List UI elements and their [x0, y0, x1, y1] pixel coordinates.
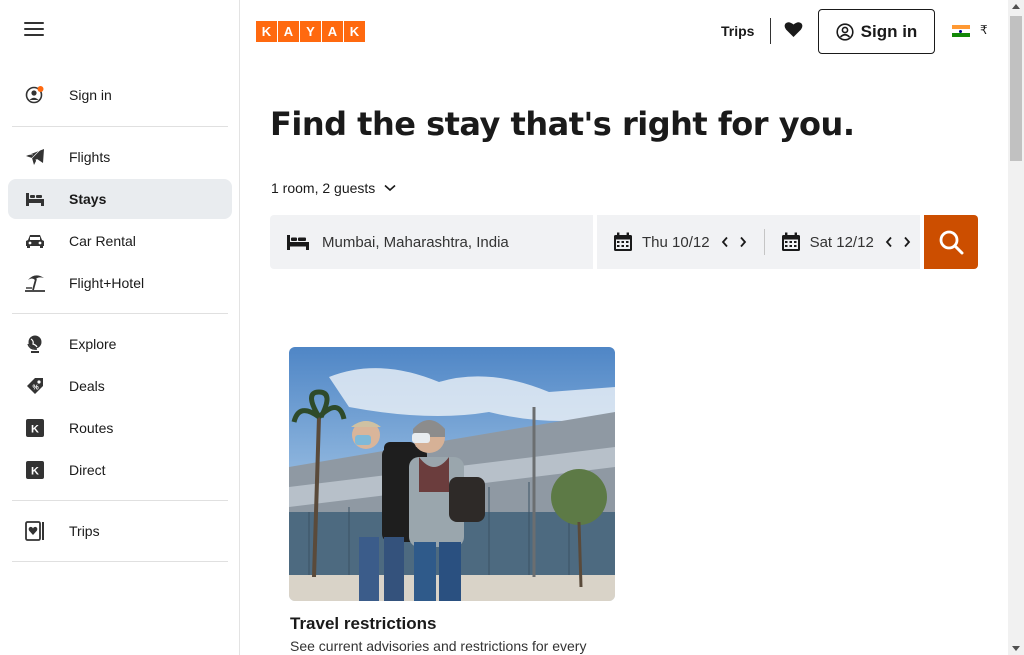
user-circle-icon	[24, 84, 46, 106]
sidebar-item-stays[interactable]: Stays	[8, 179, 232, 219]
sidebar-item-label: Routes	[69, 420, 114, 436]
destination-value: Mumbai, Maharashtra, India	[322, 233, 509, 251]
checkin-value: Thu 10/12	[642, 233, 710, 251]
destination-input[interactable]: Mumbai, Maharashtra, India	[270, 215, 593, 269]
sign-in-button[interactable]: Sign in	[818, 9, 935, 54]
search-button[interactable]	[924, 215, 978, 269]
sidebar-item-car-rental[interactable]: Car Rental	[8, 221, 232, 261]
sidebar-item-deals[interactable]: % Deals	[8, 366, 232, 406]
svg-text:K: K	[31, 466, 39, 478]
logo-letter: Y	[300, 21, 321, 42]
sidebar-item-routes[interactable]: K Routes	[8, 408, 232, 448]
card-title[interactable]: Travel restrictions	[290, 614, 436, 634]
kayak-k-icon: K	[24, 459, 46, 481]
logo-letter: K	[344, 21, 365, 42]
sidebar-divider	[12, 500, 228, 501]
trips-heart-icon	[24, 520, 46, 542]
chevron-right-icon[interactable]	[734, 233, 752, 251]
beach-icon	[24, 272, 46, 294]
sidebar-item-trips[interactable]: Trips	[8, 511, 232, 551]
chevron-left-icon[interactable]	[716, 233, 734, 251]
tag-icon: %	[24, 375, 46, 397]
heart-icon[interactable]	[784, 21, 803, 43]
sidebar-item-label: Stays	[69, 191, 107, 207]
guests-selector[interactable]: 1 room, 2 guests	[271, 180, 396, 196]
checkout-date[interactable]: Sat 12/12	[765, 215, 916, 269]
date-range-field: Thu 10/12 Sat 12/12	[597, 215, 920, 269]
plane-icon	[24, 146, 46, 168]
sidebar-item-direct[interactable]: K Direct	[8, 450, 232, 490]
india-flag-icon[interactable]	[952, 25, 970, 37]
hamburger-icon[interactable]	[24, 22, 44, 40]
scrollbar-thumb[interactable]	[1010, 16, 1022, 161]
sidebar-item-label: Explore	[69, 336, 117, 352]
kayak-logo[interactable]: K A Y A K	[256, 21, 366, 42]
header-divider	[770, 18, 771, 44]
kayak-k-icon: K	[24, 417, 46, 439]
sidebar-divider	[12, 126, 228, 127]
sidebar-item-label: Flights	[69, 149, 111, 165]
sign-in-label: Sign in	[860, 21, 918, 41]
chevron-down-icon	[384, 184, 396, 192]
sidebar: Sign in Flights Stays Car Rental Flight+…	[0, 0, 240, 655]
app-root: Sign in Flights Stays Car Rental Flight+…	[0, 0, 1024, 655]
sidebar-item-label: Direct	[69, 462, 106, 478]
checkout-value: Sat 12/12	[809, 233, 874, 251]
sidebar-divider	[12, 313, 228, 314]
globe-icon	[24, 333, 46, 355]
chevron-right-icon[interactable]	[898, 233, 916, 251]
calendar-icon	[613, 232, 633, 252]
sidebar-item-label: Deals	[69, 378, 105, 394]
scrollbar[interactable]	[1008, 0, 1024, 655]
sidebar-item-label: Car Rental	[69, 233, 136, 249]
sidebar-item-label: Sign in	[69, 87, 112, 103]
chevron-left-icon[interactable]	[880, 233, 898, 251]
sidebar-item-label: Trips	[69, 523, 100, 539]
travel-restrictions-image[interactable]	[289, 347, 615, 601]
currency-selector[interactable]: ₹	[980, 23, 988, 37]
sidebar-item-flight-hotel[interactable]: Flight+Hotel	[8, 263, 232, 303]
scroll-up-arrow-icon[interactable]	[1012, 4, 1020, 9]
sidebar-item-explore[interactable]: Explore	[8, 324, 232, 364]
svg-text:%: %	[33, 385, 40, 392]
trips-link[interactable]: Trips	[721, 23, 754, 39]
sidebar-item-sign-in[interactable]: Sign in	[8, 75, 232, 115]
logo-letter: A	[322, 21, 343, 42]
sidebar-item-flights[interactable]: Flights	[8, 137, 232, 177]
logo-letter: A	[278, 21, 299, 42]
card-description: See current advisories and restrictions …	[290, 638, 587, 654]
sidebar-item-label: Flight+Hotel	[69, 275, 145, 291]
page-title: Find the stay that's right for you.	[270, 105, 855, 143]
calendar-icon	[781, 232, 801, 252]
svg-text:K: K	[31, 424, 39, 436]
logo-letter: K	[256, 21, 277, 42]
car-icon	[24, 230, 46, 252]
guests-label: 1 room, 2 guests	[271, 180, 376, 196]
sidebar-divider	[12, 561, 228, 562]
checkin-date[interactable]: Thu 10/12	[597, 215, 752, 269]
scroll-down-arrow-icon[interactable]	[1012, 646, 1020, 651]
user-circle-icon	[836, 22, 854, 41]
bed-icon	[286, 233, 310, 251]
search-icon	[938, 229, 964, 255]
bed-icon	[24, 188, 46, 210]
